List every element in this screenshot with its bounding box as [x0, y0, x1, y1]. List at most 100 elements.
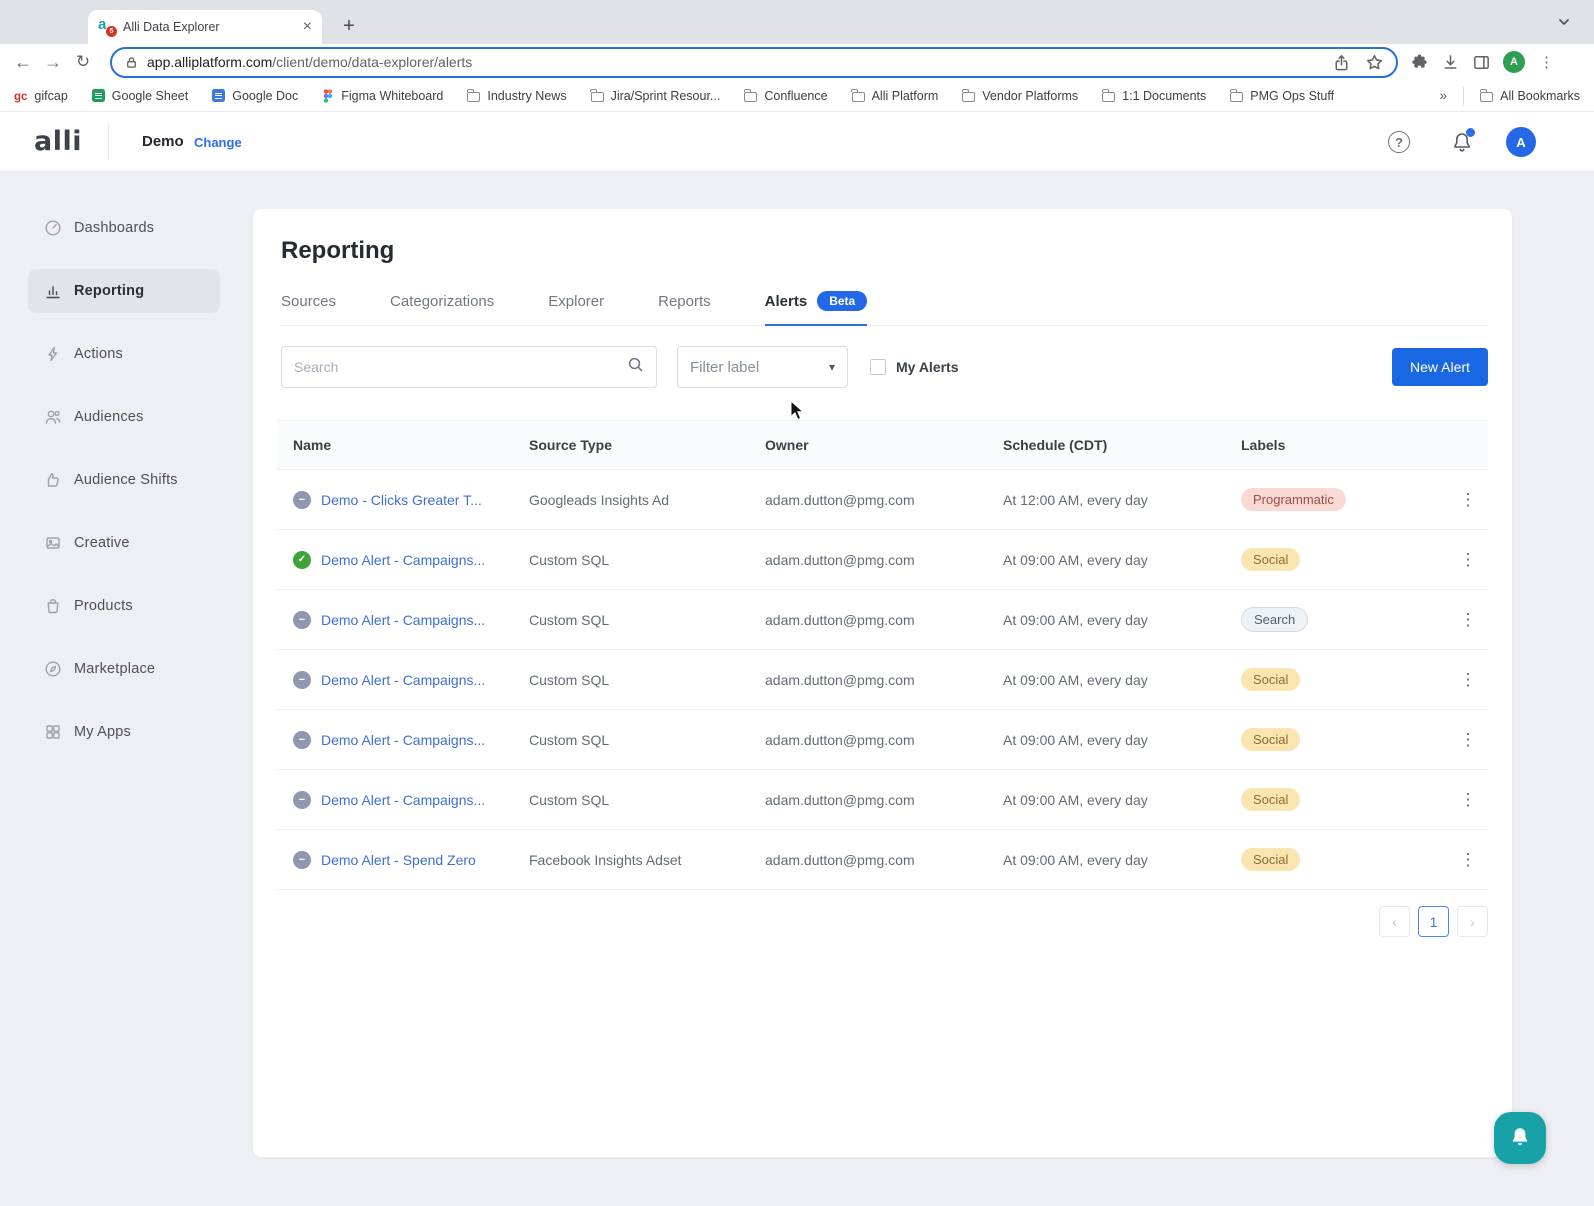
tab-alerts[interactable]: Alerts Beta [764, 291, 868, 326]
bookmark-google-sheet[interactable]: Google Sheet [91, 89, 188, 103]
downloads-icon[interactable] [1441, 53, 1460, 72]
alli-favicon-icon: 5 [98, 16, 117, 37]
url-text: app.alliplatform.com/client/demo/data-ex… [147, 54, 473, 70]
sidebar-item-marketplace[interactable]: Marketplace [28, 647, 220, 691]
gifcap-icon [14, 87, 27, 105]
bookmark-folder-1-1-documents[interactable]: 1:1 Documents [1101, 88, 1206, 103]
row-menu-icon[interactable] [1448, 550, 1488, 570]
previous-page-button[interactable] [1379, 906, 1410, 937]
my-apps-icon [46, 725, 60, 739]
help-icon[interactable] [1388, 131, 1410, 153]
tab-categorizations[interactable]: Categorizations [390, 291, 494, 325]
reporting-icon [46, 286, 60, 299]
filter-label-select[interactable]: Filter label [677, 346, 848, 388]
alert-name-link[interactable]: Demo Alert - Spend Zero [321, 852, 476, 868]
lock-icon[interactable] [124, 55, 139, 70]
tab-search-chevron-icon[interactable] [1556, 14, 1572, 30]
change-client-link[interactable]: Change [194, 135, 242, 150]
alert-name-link[interactable]: Demo Alert - Campaigns... [321, 552, 485, 568]
bookmark-figma-whiteboard[interactable]: Figma Whiteboard [322, 89, 443, 103]
row-menu-icon[interactable] [1448, 490, 1488, 510]
current-page-button[interactable]: 1 [1418, 906, 1449, 937]
tab-explorer[interactable]: Explorer [548, 291, 604, 325]
status-active-icon [293, 550, 311, 569]
tab-title: Alli Data Explorer [123, 20, 220, 34]
tab-close-icon[interactable]: × [303, 19, 312, 35]
status-paused-icon [293, 490, 311, 509]
table-row: Demo Alert - Campaigns... Custom SQL ada… [277, 770, 1488, 830]
status-paused-icon [293, 850, 311, 869]
sidebar-item-audiences[interactable]: Audiences [28, 395, 220, 439]
forward-button[interactable] [38, 47, 68, 77]
my-alerts-checkbox[interactable] [870, 359, 886, 375]
bookmark-folder-alli-platform[interactable]: Alli Platform [851, 88, 938, 103]
address-bar[interactable]: app.alliplatform.com/client/demo/data-ex… [110, 46, 1398, 78]
side-panel-icon[interactable] [1472, 53, 1491, 72]
bookmark-gifcap[interactable]: gifcap [14, 87, 67, 105]
bookmark-folder-confluence[interactable]: Confluence [743, 88, 828, 103]
creative-icon [46, 537, 60, 549]
row-menu-icon[interactable] [1448, 610, 1488, 630]
reload-button[interactable] [68, 47, 98, 77]
new-tab-button[interactable]: + [336, 13, 362, 39]
row-menu-icon[interactable] [1448, 850, 1488, 870]
browser-tab[interactable]: 5 Alli Data Explorer × [88, 10, 322, 44]
client-name: Demo [142, 133, 184, 150]
alert-name-link[interactable]: Demo Alert - Campaigns... [321, 672, 485, 688]
marketplace-icon [45, 661, 61, 677]
folder-icon [851, 88, 865, 102]
beta-badge: Beta [817, 291, 868, 311]
sidebar-item-creative[interactable]: Creative [28, 521, 220, 565]
sidebar-item-reporting[interactable]: Reporting [28, 269, 220, 313]
bookmark-folder-jira-sprint[interactable]: Jira/Sprint Resour... [590, 88, 720, 103]
sidebar-item-my-apps[interactable]: My Apps [28, 710, 220, 754]
share-icon[interactable] [1332, 53, 1351, 72]
all-bookmarks-button[interactable]: All Bookmarks [1479, 88, 1580, 103]
row-menu-icon[interactable] [1448, 730, 1488, 750]
search-input[interactable] [294, 359, 627, 375]
notifications-bell-icon[interactable] [1450, 128, 1475, 154]
sidebar-item-audience-shifts[interactable]: Audience Shifts [28, 458, 220, 502]
table-row: Demo - Clicks Greater T... Googleads Ins… [277, 470, 1488, 530]
alerts-table: Name Source Type Owner Schedule (CDT) La… [277, 420, 1488, 890]
browser-profile-avatar[interactable]: A [1503, 51, 1525, 73]
back-button[interactable] [8, 47, 38, 77]
my-alerts-toggle: My Alerts [870, 359, 959, 375]
label-badge: Social [1241, 728, 1301, 751]
alert-name-link[interactable]: Demo Alert - Campaigns... [321, 792, 485, 808]
sidebar-item-dashboards[interactable]: Dashboards [28, 206, 220, 250]
row-menu-icon[interactable] [1448, 790, 1488, 810]
folder-icon [1479, 88, 1494, 102]
extensions-icon[interactable] [1410, 53, 1429, 72]
chat-fab-button[interactable] [1494, 1112, 1546, 1164]
bookmarks-overflow-icon[interactable] [1439, 87, 1447, 105]
app-header: alli Demo Change A [0, 112, 1594, 172]
favicon-notification-badge: 5 [106, 25, 117, 37]
browser-toolbar: app.alliplatform.com/client/demo/data-ex… [0, 44, 1594, 80]
table-row: Demo Alert - Spend Zero Facebook Insight… [277, 830, 1488, 890]
bookmark-folder-industry-news[interactable]: Industry News [466, 88, 567, 103]
browser-menu-icon[interactable] [1537, 53, 1564, 71]
tab-reports[interactable]: Reports [658, 291, 711, 325]
sidebar-item-products[interactable]: Products [28, 584, 220, 628]
bookmark-star-icon[interactable] [1365, 53, 1384, 72]
bookmark-folder-pmg-ops-stuff[interactable]: PMG Ops Stuff [1229, 88, 1334, 103]
next-page-button[interactable] [1457, 906, 1488, 937]
label-badge: Search [1241, 607, 1309, 632]
table-row: Demo Alert - Campaigns... Custom SQL ada… [277, 650, 1488, 710]
tab-sources[interactable]: Sources [281, 291, 336, 325]
alert-name-link[interactable]: Demo Alert - Campaigns... [321, 612, 485, 628]
alert-name-link[interactable]: Demo Alert - Campaigns... [321, 732, 485, 748]
bookmark-folder-vendor-platforms[interactable]: Vendor Platforms [961, 88, 1078, 103]
bookmark-google-doc[interactable]: Google Doc [212, 89, 298, 103]
user-avatar[interactable]: A [1506, 127, 1536, 157]
folder-icon [466, 88, 481, 102]
new-alert-button[interactable]: New Alert [1392, 348, 1488, 386]
notification-dot [1466, 128, 1475, 137]
sidebar-item-actions[interactable]: Actions [28, 332, 220, 376]
table-row: Demo Alert - Campaigns... Custom SQL ada… [277, 710, 1488, 770]
my-alerts-label[interactable]: My Alerts [896, 359, 959, 375]
alert-name-link[interactable]: Demo - Clicks Greater T... [321, 492, 482, 508]
sidebar: Dashboards Reporting Actions Audiences A… [0, 172, 248, 773]
row-menu-icon[interactable] [1448, 670, 1488, 690]
